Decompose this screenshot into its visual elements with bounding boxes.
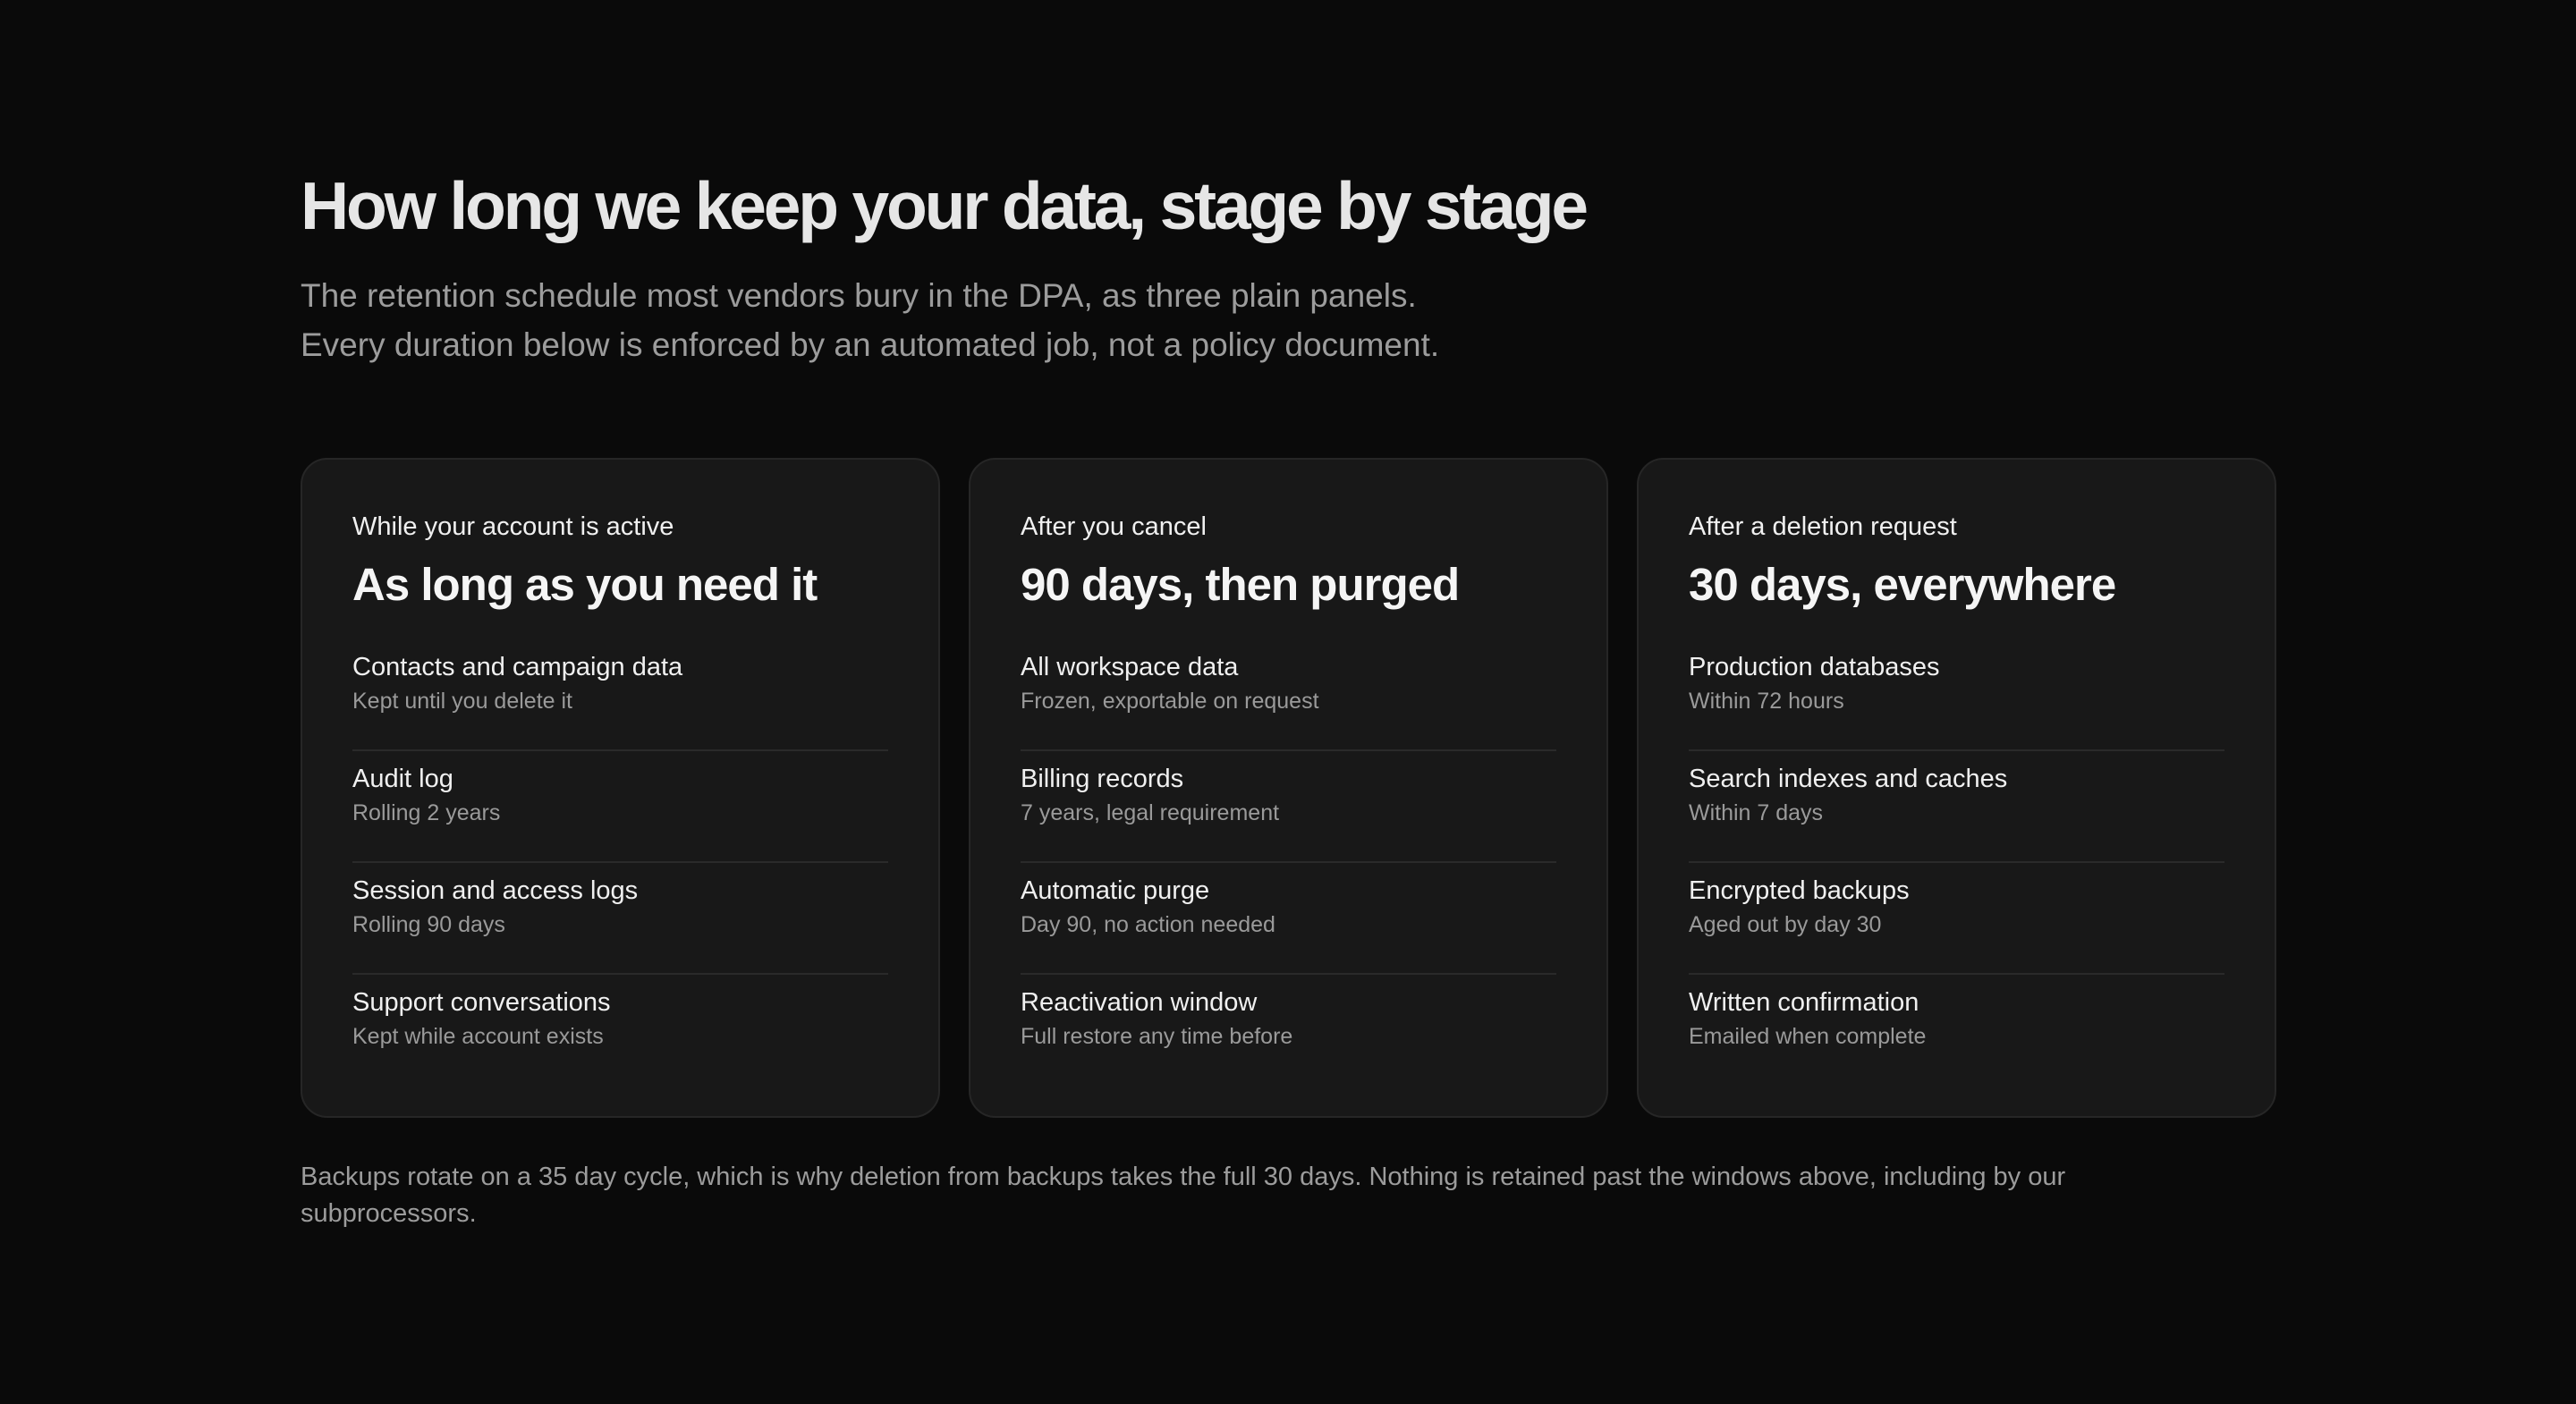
item-detail: Frozen, exportable on request bbox=[1021, 689, 1319, 714]
retention-panels: While your account is active As long as … bbox=[301, 458, 2276, 1118]
list-item: Search indexes and caches Within 7 days bbox=[1689, 751, 2224, 863]
retention-list: Contacts and campaign data Kept until yo… bbox=[352, 639, 888, 1087]
item-detail: Full restore any time before bbox=[1021, 1024, 1293, 1049]
list-item: Reactivation window Full restore any tim… bbox=[1021, 975, 1556, 1087]
item-title: Production databases bbox=[1689, 653, 1940, 681]
intro-line: Every duration below is enforced by an a… bbox=[301, 326, 1440, 363]
intro-line: The retention schedule most vendors bury… bbox=[301, 277, 1417, 314]
list-item: Support conversations Kept while account… bbox=[352, 975, 888, 1087]
item-title: Contacts and campaign data bbox=[352, 653, 683, 681]
list-item: Automatic purge Day 90, no action needed bbox=[1021, 863, 1556, 975]
item-detail: Within 7 days bbox=[1689, 800, 1824, 825]
page: How long we keep your data, stage by sta… bbox=[0, 0, 2576, 1404]
list-item: All workspace data Frozen, exportable on… bbox=[1021, 639, 1556, 751]
item-detail: 7 years, legal requirement bbox=[1021, 800, 1280, 825]
item-title: Reactivation window bbox=[1021, 988, 1258, 1017]
panel-stage-label: After you cancel bbox=[1021, 512, 1207, 541]
item-detail: Rolling 90 days bbox=[352, 912, 505, 937]
list-item: Encrypted backups Aged out by day 30 bbox=[1689, 863, 2224, 975]
list-item: Production databases Within 72 hours bbox=[1689, 639, 2224, 751]
panel-stage-label: After a deletion request bbox=[1689, 512, 1957, 541]
item-detail: Kept until you delete it bbox=[352, 689, 572, 714]
panel-after-cancel: After you cancel 90 days, then purged Al… bbox=[969, 458, 1608, 1118]
list-item: Contacts and campaign data Kept until yo… bbox=[352, 639, 888, 751]
page-title: How long we keep your data, stage by sta… bbox=[301, 168, 1589, 243]
item-title: Session and access logs bbox=[352, 876, 639, 905]
item-title: Audit log bbox=[352, 765, 453, 793]
footnote: Backups rotate on a 35 day cycle, which … bbox=[301, 1163, 2066, 1228]
intro-text: The retention schedule most vendors bury… bbox=[301, 271, 1439, 369]
list-item: Written confirmation Emailed when comple… bbox=[1689, 975, 2224, 1087]
item-title: Written confirmation bbox=[1689, 988, 1919, 1017]
item-detail: Rolling 2 years bbox=[352, 800, 501, 825]
panel-headline: As long as you need it bbox=[352, 559, 818, 610]
list-item: Audit log Rolling 2 years bbox=[352, 751, 888, 863]
panel-deletion-request: After a deletion request 30 days, everyw… bbox=[1637, 458, 2276, 1118]
item-title: All workspace data bbox=[1021, 653, 1239, 681]
item-title: Automatic purge bbox=[1021, 876, 1210, 905]
item-detail: Day 90, no action needed bbox=[1021, 912, 1275, 937]
item-title: Search indexes and caches bbox=[1689, 765, 2008, 793]
item-detail: Emailed when complete bbox=[1689, 1024, 1927, 1049]
panel-headline: 30 days, everywhere bbox=[1689, 559, 2116, 610]
retention-list: All workspace data Frozen, exportable on… bbox=[1021, 639, 1556, 1087]
item-title: Support conversations bbox=[352, 988, 611, 1017]
panel-stage-label: While your account is active bbox=[352, 512, 674, 541]
list-item: Session and access logs Rolling 90 days bbox=[352, 863, 888, 975]
item-title: Encrypted backups bbox=[1689, 876, 1910, 905]
item-detail: Within 72 hours bbox=[1689, 689, 1844, 714]
item-detail: Aged out by day 30 bbox=[1689, 912, 1882, 937]
retention-list: Production databases Within 72 hours Sea… bbox=[1689, 639, 2224, 1087]
item-title: Billing records bbox=[1021, 765, 1184, 793]
panel-account-active: While your account is active As long as … bbox=[301, 458, 940, 1118]
item-detail: Kept while account exists bbox=[352, 1024, 604, 1049]
panel-headline: 90 days, then purged bbox=[1021, 559, 1460, 610]
list-item: Billing records 7 years, legal requireme… bbox=[1021, 751, 1556, 863]
